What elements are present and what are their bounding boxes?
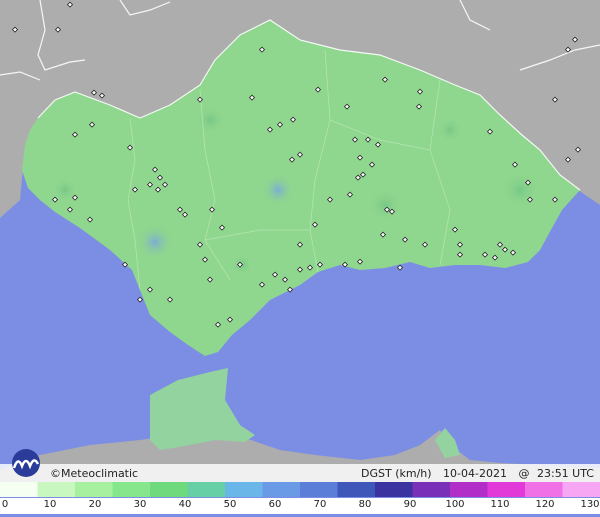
gust-spot [502,172,538,208]
color-scale-bar [0,482,600,497]
scale-label: 100 [445,499,465,510]
brand-label: ©Meteoclimatic [50,467,138,480]
scale-label: 50 [223,499,237,510]
gust-spot [262,174,294,206]
scale-label: 30 [133,499,147,510]
scale-swatch [112,482,151,497]
scale-label: 40 [178,499,192,510]
brand-name: Meteoclimatic [61,467,139,480]
scale-swatch [150,482,188,497]
gust-spot [196,106,224,134]
scale-swatch [450,482,488,497]
color-scale-labels: 0 10 20 30 40 50 60 70 80 90 100 110 120 130 [0,498,600,514]
time-label: 23:51 UTC [536,467,594,480]
scale-label: 90 [403,499,417,510]
gust-spot [137,224,173,260]
scale-swatch [75,482,113,497]
variable-label: DGST (km/h) [361,467,432,480]
scale-swatch [412,482,451,497]
scale-label: 70 [313,499,327,510]
scale-swatch [487,482,526,497]
map-info: DGST (km/h) 10-04-2021 @ 23:51 UTC [353,467,594,480]
scale-label: 130 [580,499,600,510]
scale-swatch [187,482,226,497]
copyright-symbol: © [50,467,61,480]
at-symbol: @ [518,467,530,480]
scale-label: 60 [268,499,282,510]
scale-swatch [300,482,338,497]
scale-label: 10 [43,499,57,510]
scale-swatch [562,482,600,497]
scale-swatch [37,482,76,497]
date-label: 10-04-2021 [443,467,507,480]
scale-label: 80 [358,499,372,510]
scale-swatch [337,482,376,497]
scale-swatch [262,482,301,497]
scale-swatch [0,482,38,497]
scale-label: 110 [490,499,510,510]
gust-spot [438,118,462,142]
scale-swatch [525,482,563,497]
scale-swatch [225,482,263,497]
gust-spot [369,189,401,221]
scale-label: 0 [1,499,9,510]
wind-map[interactable]: ©Meteoclimatic DGST (km/h) 10-04-2021 @ … [0,0,600,517]
meteoclimatic-logo [12,449,40,477]
scale-swatch [375,482,413,497]
map-canvas [0,0,600,517]
scale-label: 20 [88,499,102,510]
scale-label: 120 [535,499,555,510]
